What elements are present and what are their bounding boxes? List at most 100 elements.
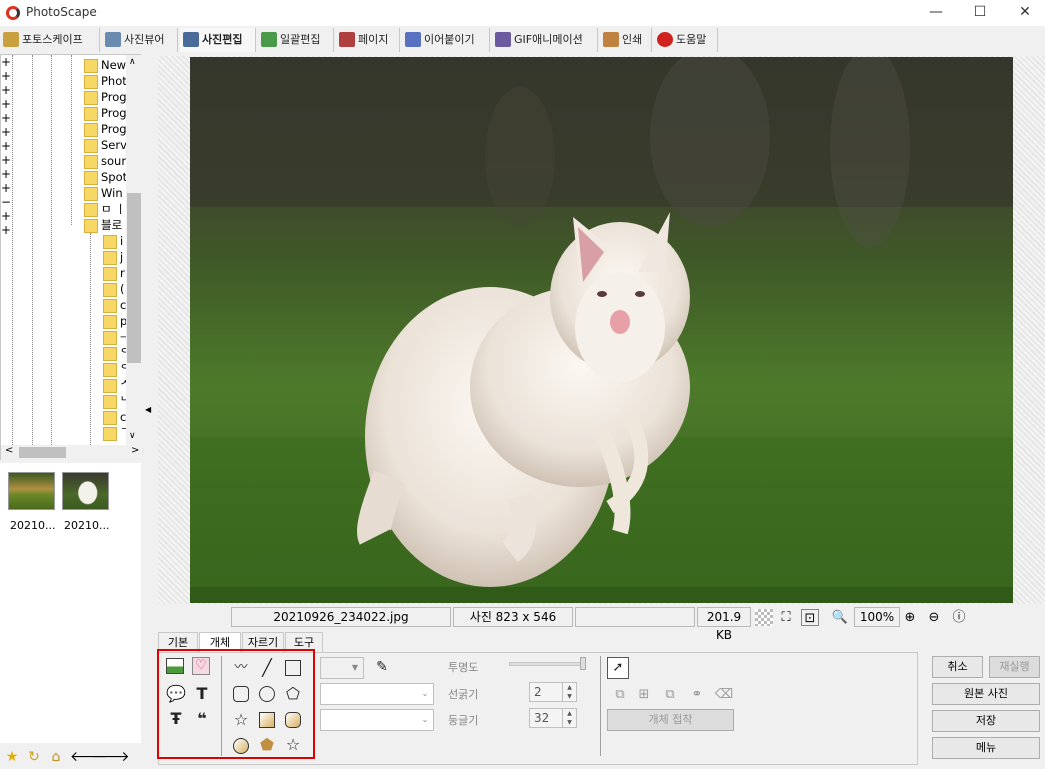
folder-tree[interactable]: New Phot Prog Prog Prog Serv sour Spot W…: [0, 54, 154, 460]
tree-item[interactable]: (: [103, 281, 126, 297]
tab-gif-animation[interactable]: GIF애니메이션: [492, 28, 598, 52]
folder-icon: [103, 234, 117, 249]
folder-icon: [84, 154, 98, 169]
undo-button[interactable]: 취소: [932, 656, 983, 678]
tree-item[interactable]: ᄉ: [103, 377, 126, 393]
folder-icon: [84, 106, 98, 121]
tree-item[interactable]: Prog: [84, 121, 126, 137]
eyedropper-icon[interactable]: ✎: [372, 657, 392, 677]
folder-icon: [103, 250, 117, 265]
tree-item[interactable]: ᄂ: [103, 393, 126, 409]
selection-highlight: [157, 649, 315, 759]
original-photo-button[interactable]: 원본 사진: [932, 683, 1040, 705]
thumbnail-image[interactable]: [8, 472, 55, 510]
tree-item[interactable]: Serv: [84, 137, 126, 153]
tree-item[interactable]: c: [103, 409, 126, 425]
spinner-arrows-icon[interactable]: ▲ ▼: [562, 709, 576, 727]
line-style-combo[interactable]: ⌄: [320, 683, 434, 705]
actual-size-icon[interactable]: ⊡: [801, 609, 819, 626]
minimize-button[interactable]: —: [913, 0, 959, 26]
fit-screen-icon[interactable]: ⛶: [777, 609, 795, 626]
copy-object-icon[interactable]: ⧉: [661, 686, 679, 704]
tree-item[interactable]: j: [103, 249, 126, 265]
maximize-button[interactable]: ☐: [957, 0, 1003, 26]
tree-item[interactable]: r: [103, 265, 126, 281]
scrollbar-thumb[interactable]: [127, 193, 141, 363]
tree-item[interactable]: Phot: [84, 73, 126, 89]
menu-button[interactable]: 메뉴: [932, 737, 1040, 759]
scrollbar-thumb[interactable]: [19, 447, 66, 458]
tab-batch-editor[interactable]: 일괄편집: [258, 28, 334, 52]
group-icon[interactable]: ⚭: [688, 686, 706, 704]
tree-item[interactable]: Prog: [84, 89, 126, 105]
folder-icon: [84, 218, 98, 233]
zoom-in-icon[interactable]: ⊕: [901, 609, 919, 626]
thumbnail-list: 20210... 20210...: [0, 463, 154, 743]
bring-front-icon[interactable]: ⧉: [611, 686, 629, 704]
tree-item[interactable]: Spot: [84, 169, 126, 185]
delete-object-icon[interactable]: ⌫: [713, 686, 735, 704]
tree-item[interactable]: ᄀ: [103, 425, 126, 441]
opacity-slider[interactable]: [509, 662, 585, 666]
gif-books-icon: [495, 32, 511, 47]
tree-item[interactable]: ᄋ: [103, 361, 126, 377]
scroll-down-icon[interactable]: ∨: [129, 431, 136, 441]
batch-books-icon: [261, 32, 277, 47]
tab-combine[interactable]: 이어붙이기: [402, 28, 490, 52]
tree-item[interactable]: New: [84, 57, 126, 73]
refresh-folder-icon[interactable]: ↻: [26, 749, 42, 765]
tree-item[interactable]: sour: [84, 153, 126, 169]
tab-photoscape[interactable]: 포토스케이프: [0, 28, 100, 52]
tree-item[interactable]: p: [103, 313, 126, 329]
title-bar: PhotoScape — ☐ ✕: [0, 0, 1045, 26]
tree-item[interactable]: i: [103, 233, 126, 249]
file-size: 201.9 KB: [697, 607, 751, 642]
zoom-out-icon[interactable]: ⊖: [925, 609, 943, 626]
tab-page[interactable]: 페이지: [336, 28, 400, 52]
folder-icon: [84, 202, 98, 217]
arrow-style-combo[interactable]: ⌄: [320, 709, 434, 731]
tree-item[interactable]: c: [103, 297, 126, 313]
line-width-spinner[interactable]: 2 ▲ ▼: [529, 682, 577, 702]
thumbnail-image[interactable]: [62, 472, 109, 510]
back-arrow-icon[interactable]: 🡐: [70, 749, 108, 765]
scroll-up-icon[interactable]: ∧: [129, 57, 136, 67]
select-pointer-icon[interactable]: ➚: [607, 657, 629, 679]
opacity-slider-handle[interactable]: [580, 657, 586, 670]
roundness-spinner[interactable]: 32 ▲ ▼: [529, 708, 577, 728]
tab-viewer[interactable]: 사진뷰어: [102, 28, 178, 52]
tree-item[interactable]: ᄋ: [103, 345, 126, 361]
attach-object-button[interactable]: 개체 접착: [607, 709, 734, 731]
folder-icon: [84, 90, 98, 105]
print-books-icon: [603, 32, 619, 47]
collapse-panel-icon[interactable]: ◀: [145, 405, 151, 414]
info-icon[interactable]: ⓘ: [950, 609, 968, 626]
folder-icon: [103, 410, 117, 425]
tree-item[interactable]: Prog: [84, 105, 126, 121]
tree-item-expanded[interactable]: 블로: [84, 217, 126, 233]
folder-icon: [103, 330, 117, 345]
checkerboard-icon[interactable]: [755, 609, 773, 626]
color-picker-combo[interactable]: ▼: [320, 657, 364, 679]
zoom-fit-icon[interactable]: 🔍: [831, 609, 849, 626]
open-folder-icon[interactable]: ⌂: [48, 749, 64, 765]
save-button[interactable]: 저장: [932, 710, 1040, 732]
favorites-star-icon[interactable]: ★: [4, 749, 20, 765]
tab-help[interactable]: 도움말: [654, 28, 718, 52]
edited-photo[interactable]: [190, 57, 1013, 603]
forward-arrow-icon[interactable]: 🡒: [92, 749, 130, 765]
folder-icon: [84, 186, 98, 201]
scroll-right-icon[interactable]: >: [131, 445, 139, 456]
scroll-left-icon[interactable]: <: [5, 445, 13, 456]
tree-item[interactable]: ㅁ ㅣ: [84, 201, 126, 217]
folder-icon: [103, 282, 117, 297]
tab-editor[interactable]: 사진편집: [180, 28, 256, 52]
tree-item[interactable]: ᅳ: [103, 329, 126, 345]
close-button[interactable]: ✕: [1002, 0, 1045, 26]
tree-item[interactable]: Win: [84, 185, 126, 201]
redo-button[interactable]: 재실행: [989, 656, 1040, 678]
duplicate-icon[interactable]: ⊞: [635, 686, 653, 704]
tab-print[interactable]: 인쇄: [600, 28, 652, 52]
chevron-down-icon: ⌄: [421, 715, 429, 724]
spinner-arrows-icon[interactable]: ▲ ▼: [562, 683, 576, 701]
